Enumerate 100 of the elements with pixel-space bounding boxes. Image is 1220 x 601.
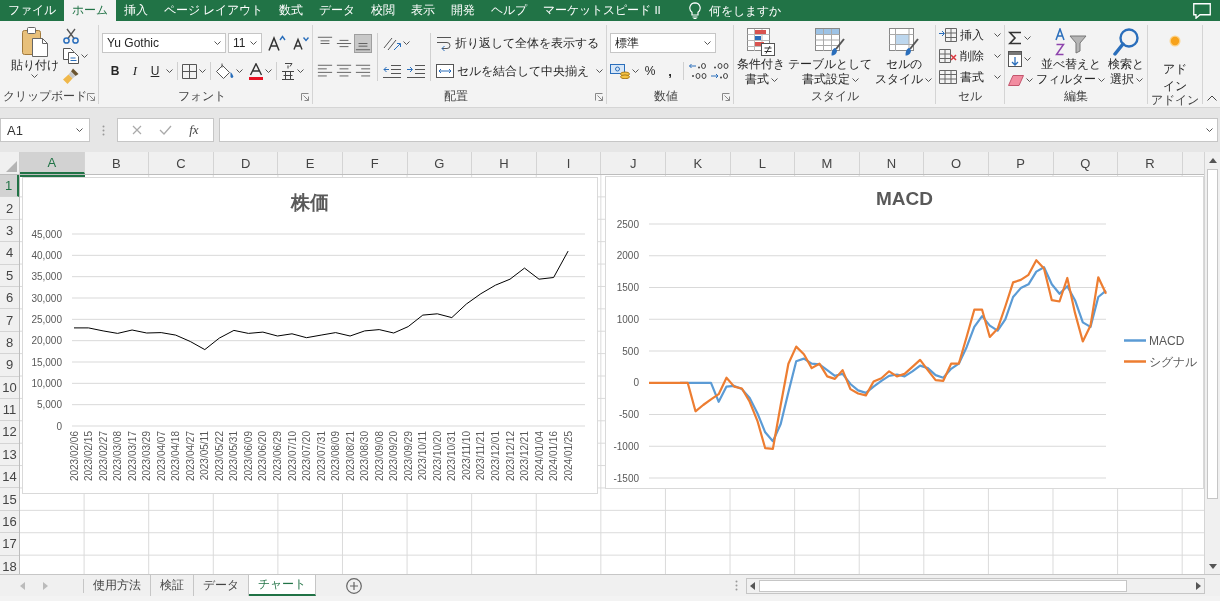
scissors-icon[interactable] (62, 28, 79, 44)
chevron-up-icon[interactable] (1207, 95, 1217, 101)
check-icon[interactable] (159, 125, 173, 135)
plus-circle-icon[interactable] (346, 577, 362, 594)
ribbon-tab[interactable]: ヘルプ (483, 0, 536, 21)
cell-styles-button[interactable]: セルの スタイル (875, 28, 932, 86)
row-header[interactable]: 15 (0, 488, 19, 511)
delete-button[interactable]: 削除 (939, 48, 984, 64)
sort-filter-button[interactable]: 並べ替えと フィルター (1036, 28, 1105, 86)
ribbon-tab[interactable]: ホーム (64, 0, 116, 21)
find-select-button[interactable]: 検索と 選択 (1108, 28, 1144, 86)
ribbon-tab[interactable]: データ (311, 0, 364, 21)
arrow-up-icon[interactable] (1208, 158, 1217, 163)
down-arrow-box-icon[interactable] (1008, 51, 1022, 67)
caret-icon[interactable] (236, 69, 243, 73)
ribbon-tab[interactable]: 校閲 (363, 0, 404, 21)
phonetic-guide-icon[interactable] (281, 62, 295, 80)
column-header[interactable]: Q (1053, 152, 1119, 174)
column-header[interactable]: D (213, 152, 279, 174)
column-header[interactable]: E (278, 152, 343, 174)
underline-button[interactable]: U (146, 61, 164, 81)
caret-icon[interactable] (199, 69, 206, 73)
caret-icon[interactable] (403, 41, 410, 45)
vertical-dots-icon[interactable] (102, 124, 105, 136)
row-header[interactable]: 14 (0, 466, 19, 489)
column-header[interactable]: G (407, 152, 473, 174)
column-header[interactable]: O (924, 152, 989, 174)
format-as-table-button[interactable]: テーブルとして 書式設定 (788, 28, 872, 86)
caret-icon[interactable] (596, 69, 603, 73)
ribbon-tab[interactable]: 表示 (403, 0, 444, 21)
caret-icon[interactable] (297, 69, 304, 73)
name-box[interactable]: A1 (0, 118, 90, 142)
paste-button[interactable]: 貼り付け (10, 27, 59, 78)
caret-icon[interactable] (80, 54, 88, 58)
column-header[interactable]: B (84, 152, 150, 174)
row-header[interactable]: 1 (0, 175, 19, 198)
add-decimal-icon[interactable] (688, 63, 708, 79)
row-header[interactable]: 6 (0, 286, 19, 310)
column-header[interactable]: H (472, 152, 537, 174)
bold-button[interactable]: B (106, 61, 124, 81)
a-underbar-icon[interactable] (249, 62, 263, 80)
column-header[interactable]: F (342, 152, 408, 174)
insert-function-button[interactable]: fx (189, 122, 199, 138)
column-header[interactable]: A (20, 152, 85, 174)
column-header[interactable]: K (665, 152, 731, 174)
ribbon-tab[interactable]: マーケットスピード II (535, 0, 669, 21)
corner-arrow-icon[interactable] (301, 92, 309, 101)
column-header[interactable]: P (988, 152, 1054, 174)
percent-button[interactable]: % (641, 61, 659, 81)
italic-button[interactable]: I (126, 61, 144, 81)
corner-arrow-icon[interactable] (87, 92, 95, 101)
merge-center-button[interactable]: セルを結合して中央揃え (436, 61, 589, 81)
ribbon-tab[interactable]: ページ レイアウト (156, 0, 272, 21)
scrollbar-thumb[interactable] (759, 579, 1127, 592)
insert-button[interactable]: 挿入 (939, 27, 984, 43)
row-header[interactable]: 8 (0, 331, 19, 355)
caret-icon[interactable] (994, 75, 1001, 79)
column-header[interactable]: I (536, 152, 602, 174)
caret-icon[interactable] (994, 54, 1001, 58)
column-header[interactable]: N (859, 152, 925, 174)
banknote-coins-icon[interactable] (610, 63, 630, 79)
row-header[interactable]: 10 (0, 376, 19, 399)
search-field[interactable]: 何をしますか (708, 4, 785, 17)
ribbon-tab[interactable]: 挿入 (116, 0, 156, 21)
vertical-dots-icon[interactable] (735, 580, 738, 591)
caret-icon[interactable] (632, 69, 639, 73)
row-header[interactable]: 9 (0, 354, 19, 377)
indent-icon[interactable] (407, 64, 425, 78)
row-header[interactable]: 2 (0, 197, 19, 220)
sheet-tab[interactable]: 検証 (151, 575, 194, 596)
ribbon-tab[interactable]: 数式 (271, 0, 312, 21)
row-header[interactable]: 17 (0, 533, 19, 556)
sheet-tab[interactable]: 使用方法 (84, 575, 151, 596)
slanted-lines-icon[interactable] (383, 35, 401, 51)
align-bottom-icon[interactable] (354, 33, 372, 53)
caret-icon[interactable] (1024, 57, 1031, 61)
a-up-arrow-icon[interactable] (268, 35, 286, 51)
row-header[interactable]: 4 (0, 242, 19, 265)
caret-icon[interactable] (1024, 36, 1031, 40)
font-size-field[interactable]: 11 (228, 33, 262, 53)
row-header[interactable]: 5 (0, 264, 19, 287)
speech-bubble-icon[interactable] (1193, 2, 1211, 19)
row-header[interactable]: 12 (0, 421, 19, 444)
outdent-icon[interactable] (383, 64, 401, 78)
caret-icon[interactable] (265, 69, 272, 73)
column-header[interactable]: J (601, 152, 666, 174)
row-header[interactable]: 11 (0, 398, 19, 422)
arrow-right-icon[interactable] (1196, 581, 1201, 590)
arrow-down-icon[interactable] (1208, 564, 1217, 569)
wrap-text-button[interactable]: 折り返して全体を表示する (436, 33, 599, 53)
column-header[interactable]: R (1118, 152, 1183, 174)
caret-icon[interactable] (994, 33, 1001, 37)
add-ins-button[interactable]: アド イン (1163, 35, 1187, 93)
caret-icon[interactable] (166, 69, 173, 73)
horizontal-scrollbar[interactable] (746, 577, 1205, 594)
caret-icon[interactable] (1026, 78, 1033, 82)
paint-bucket-icon[interactable] (215, 63, 234, 79)
paintbrush-icon[interactable] (62, 68, 79, 84)
pages-icon[interactable] (62, 48, 79, 64)
scrollbar-thumb[interactable] (1207, 169, 1218, 499)
